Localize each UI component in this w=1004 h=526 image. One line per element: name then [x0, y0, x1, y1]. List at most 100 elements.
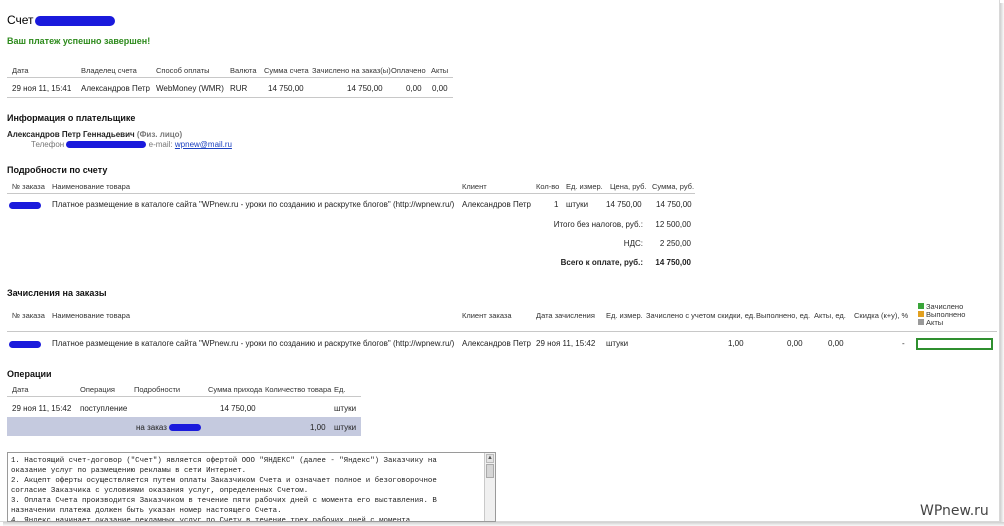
- orders-acts: 0,00: [828, 339, 844, 348]
- orders-header-product: Наименование товара: [52, 311, 131, 320]
- summary-header-paid: Оплачено: [391, 66, 426, 75]
- scroll-up-arrow-icon[interactable]: ▲: [486, 454, 494, 463]
- summary-amount: 14 750,00: [268, 84, 304, 93]
- legend-credited-label: Зачислено: [926, 302, 964, 311]
- summary-divider: [7, 77, 453, 78]
- invoice-product: Платное размещение в каталоге сайта "WPn…: [52, 200, 455, 209]
- payer-name: Александров Петр Геннадьевич: [7, 130, 135, 139]
- orders-client: Александров Петр: [462, 339, 531, 348]
- invoice-unit: штуки: [566, 200, 589, 209]
- summary-date: 29 ноя 11, 15:41: [12, 84, 72, 93]
- payer-heading: Информация о плательщике: [7, 113, 136, 123]
- operations-heading: Операции: [7, 369, 52, 379]
- email-label: e-mail:: [148, 140, 173, 149]
- orders-discount: -: [902, 339, 905, 348]
- legend-acts-swatch: [918, 319, 924, 325]
- invoice-header-unit: Ед. измер.: [566, 182, 603, 191]
- orders-date: 29 ноя 11, 15:42: [536, 339, 596, 348]
- invoice-header-product: Наименование товара: [52, 182, 131, 191]
- redacted-phone: [66, 141, 147, 149]
- page-title: Счет: [7, 13, 115, 27]
- summary-paid: 0,00: [406, 84, 422, 93]
- orders-header-unit: Ед. измер.: [606, 311, 643, 320]
- legend-credited-swatch: [918, 303, 924, 309]
- ops-header-qty: Количество товара: [265, 385, 332, 394]
- orders-unit: штуки: [606, 339, 629, 348]
- ops-header-details: Подробности: [134, 385, 181, 394]
- summary-currency: RUR: [230, 84, 248, 93]
- terms-scrollbar[interactable]: ▲: [484, 453, 495, 521]
- legend-done-swatch: [918, 311, 924, 317]
- invoice-page: Счет Ваш платеж успешно завершен! Дата В…: [0, 0, 1000, 522]
- order-progress-bar: [916, 338, 993, 350]
- ops-header-date: Дата: [12, 385, 29, 394]
- summary-header-amount: Сумма счета: [264, 66, 309, 75]
- invoice-heading: Подробности по счету: [7, 165, 108, 175]
- terms-text: 1. Настоящий счет-договор ("Счет") являе…: [11, 457, 437, 522]
- ops-divider: [7, 396, 361, 397]
- ops-header-operation: Операция: [80, 385, 115, 394]
- page-title-text: Счет: [7, 13, 34, 27]
- redacted-order-ref: [169, 424, 202, 432]
- page-shadow-bottom: [3, 522, 1004, 526]
- payer-contact-line: Телефон e-mail: wpnew@mail.ru: [31, 140, 232, 149]
- invoice-client: Александров Петр: [462, 200, 531, 209]
- summary-header-method: Способ оплаты: [156, 66, 210, 75]
- orders-credited: 1,00: [728, 339, 744, 348]
- email-link[interactable]: wpnew@mail.ru: [175, 140, 232, 149]
- success-message: Ваш платеж успешно завершен!: [7, 36, 151, 46]
- summary-header-owner: Владелец счета: [81, 66, 137, 75]
- summary-bottom-divider: [7, 97, 453, 98]
- summary-header-currency: Валюта: [230, 66, 257, 75]
- ops-header-unit: Ед.: [334, 385, 346, 394]
- orders-header-client: Клиент заказа: [462, 311, 512, 320]
- orders-divider: [7, 331, 997, 332]
- legend-done-label: Выполнено: [926, 310, 966, 319]
- legend-acts-label: Акты: [926, 318, 944, 327]
- summary-method: WebMoney (WMR): [156, 84, 224, 93]
- invoice-header-sum: Сумма, руб.: [652, 182, 695, 191]
- phone-label: Телефон: [31, 140, 65, 149]
- payer-type: (Физ. лицо): [136, 130, 183, 139]
- orders-done: 0,00: [787, 339, 803, 348]
- orders-header-discount: Скидка (к+у), %: [854, 311, 909, 320]
- orders-header-date: Дата зачисления: [536, 311, 595, 320]
- summary-owner: Александров Петр: [81, 84, 150, 93]
- redacted-order-number-2: [9, 341, 41, 348]
- summary-header-acts: Акты: [431, 66, 449, 75]
- redacted-order-number: [9, 202, 41, 209]
- invoice-total-net-value: 12 500,00: [655, 220, 691, 229]
- scroll-thumb[interactable]: [486, 464, 494, 478]
- orders-header-done: Выполнено, ед.: [756, 311, 811, 320]
- invoice-sum: 14 750,00: [656, 200, 692, 209]
- invoice-header-qty: Кол-во: [536, 182, 560, 191]
- ops-row2-qty: 1,00: [310, 423, 326, 432]
- invoice-header-order: № заказа: [12, 182, 45, 191]
- orders-heading: Зачисления на заказы: [7, 288, 107, 298]
- page-shadow-right: [1000, 3, 1004, 526]
- ops-row1-unit: штуки: [334, 404, 357, 413]
- payer-name-line: Александров Петр Геннадьевич (Физ. лицо): [7, 130, 182, 139]
- invoice-header-client: Клиент: [462, 182, 487, 191]
- orders-header-order: № заказа: [12, 311, 45, 320]
- terms-textarea[interactable]: 1. Настоящий счет-договор ("Счет") являе…: [7, 452, 496, 522]
- invoice-vat-label: НДС:: [623, 239, 643, 248]
- summary-header-credited: Зачислено на заказ(ы): [312, 66, 391, 75]
- summary-header-date: Дата: [12, 66, 29, 75]
- invoice-qty: 1: [554, 200, 559, 209]
- invoice-vat-value: 2 250,00: [659, 239, 691, 248]
- invoice-total-net-label: Итого без налогов, руб.:: [553, 220, 643, 229]
- orders-header-credited: Зачислено с учетом скидки, ед.: [646, 311, 756, 320]
- ops-row2-unit: штуки: [334, 423, 357, 432]
- watermark: WPnew.ru: [920, 503, 989, 519]
- summary-acts: 0,00: [432, 84, 448, 93]
- invoice-divider: [7, 193, 695, 194]
- redacted-invoice-number: [34, 15, 115, 26]
- summary-credited: 14 750,00: [347, 84, 383, 93]
- orders-header-acts: Акты, ед.: [814, 311, 846, 320]
- invoice-price: 14 750,00: [606, 200, 642, 209]
- invoice-grand-total-label: Всего к оплате, руб.:: [560, 258, 643, 267]
- orders-product: Платное размещение в каталоге сайта "WPn…: [52, 339, 455, 348]
- ops-header-income: Сумма прихода: [208, 385, 263, 394]
- invoice-header-price: Цена, руб.: [610, 182, 647, 191]
